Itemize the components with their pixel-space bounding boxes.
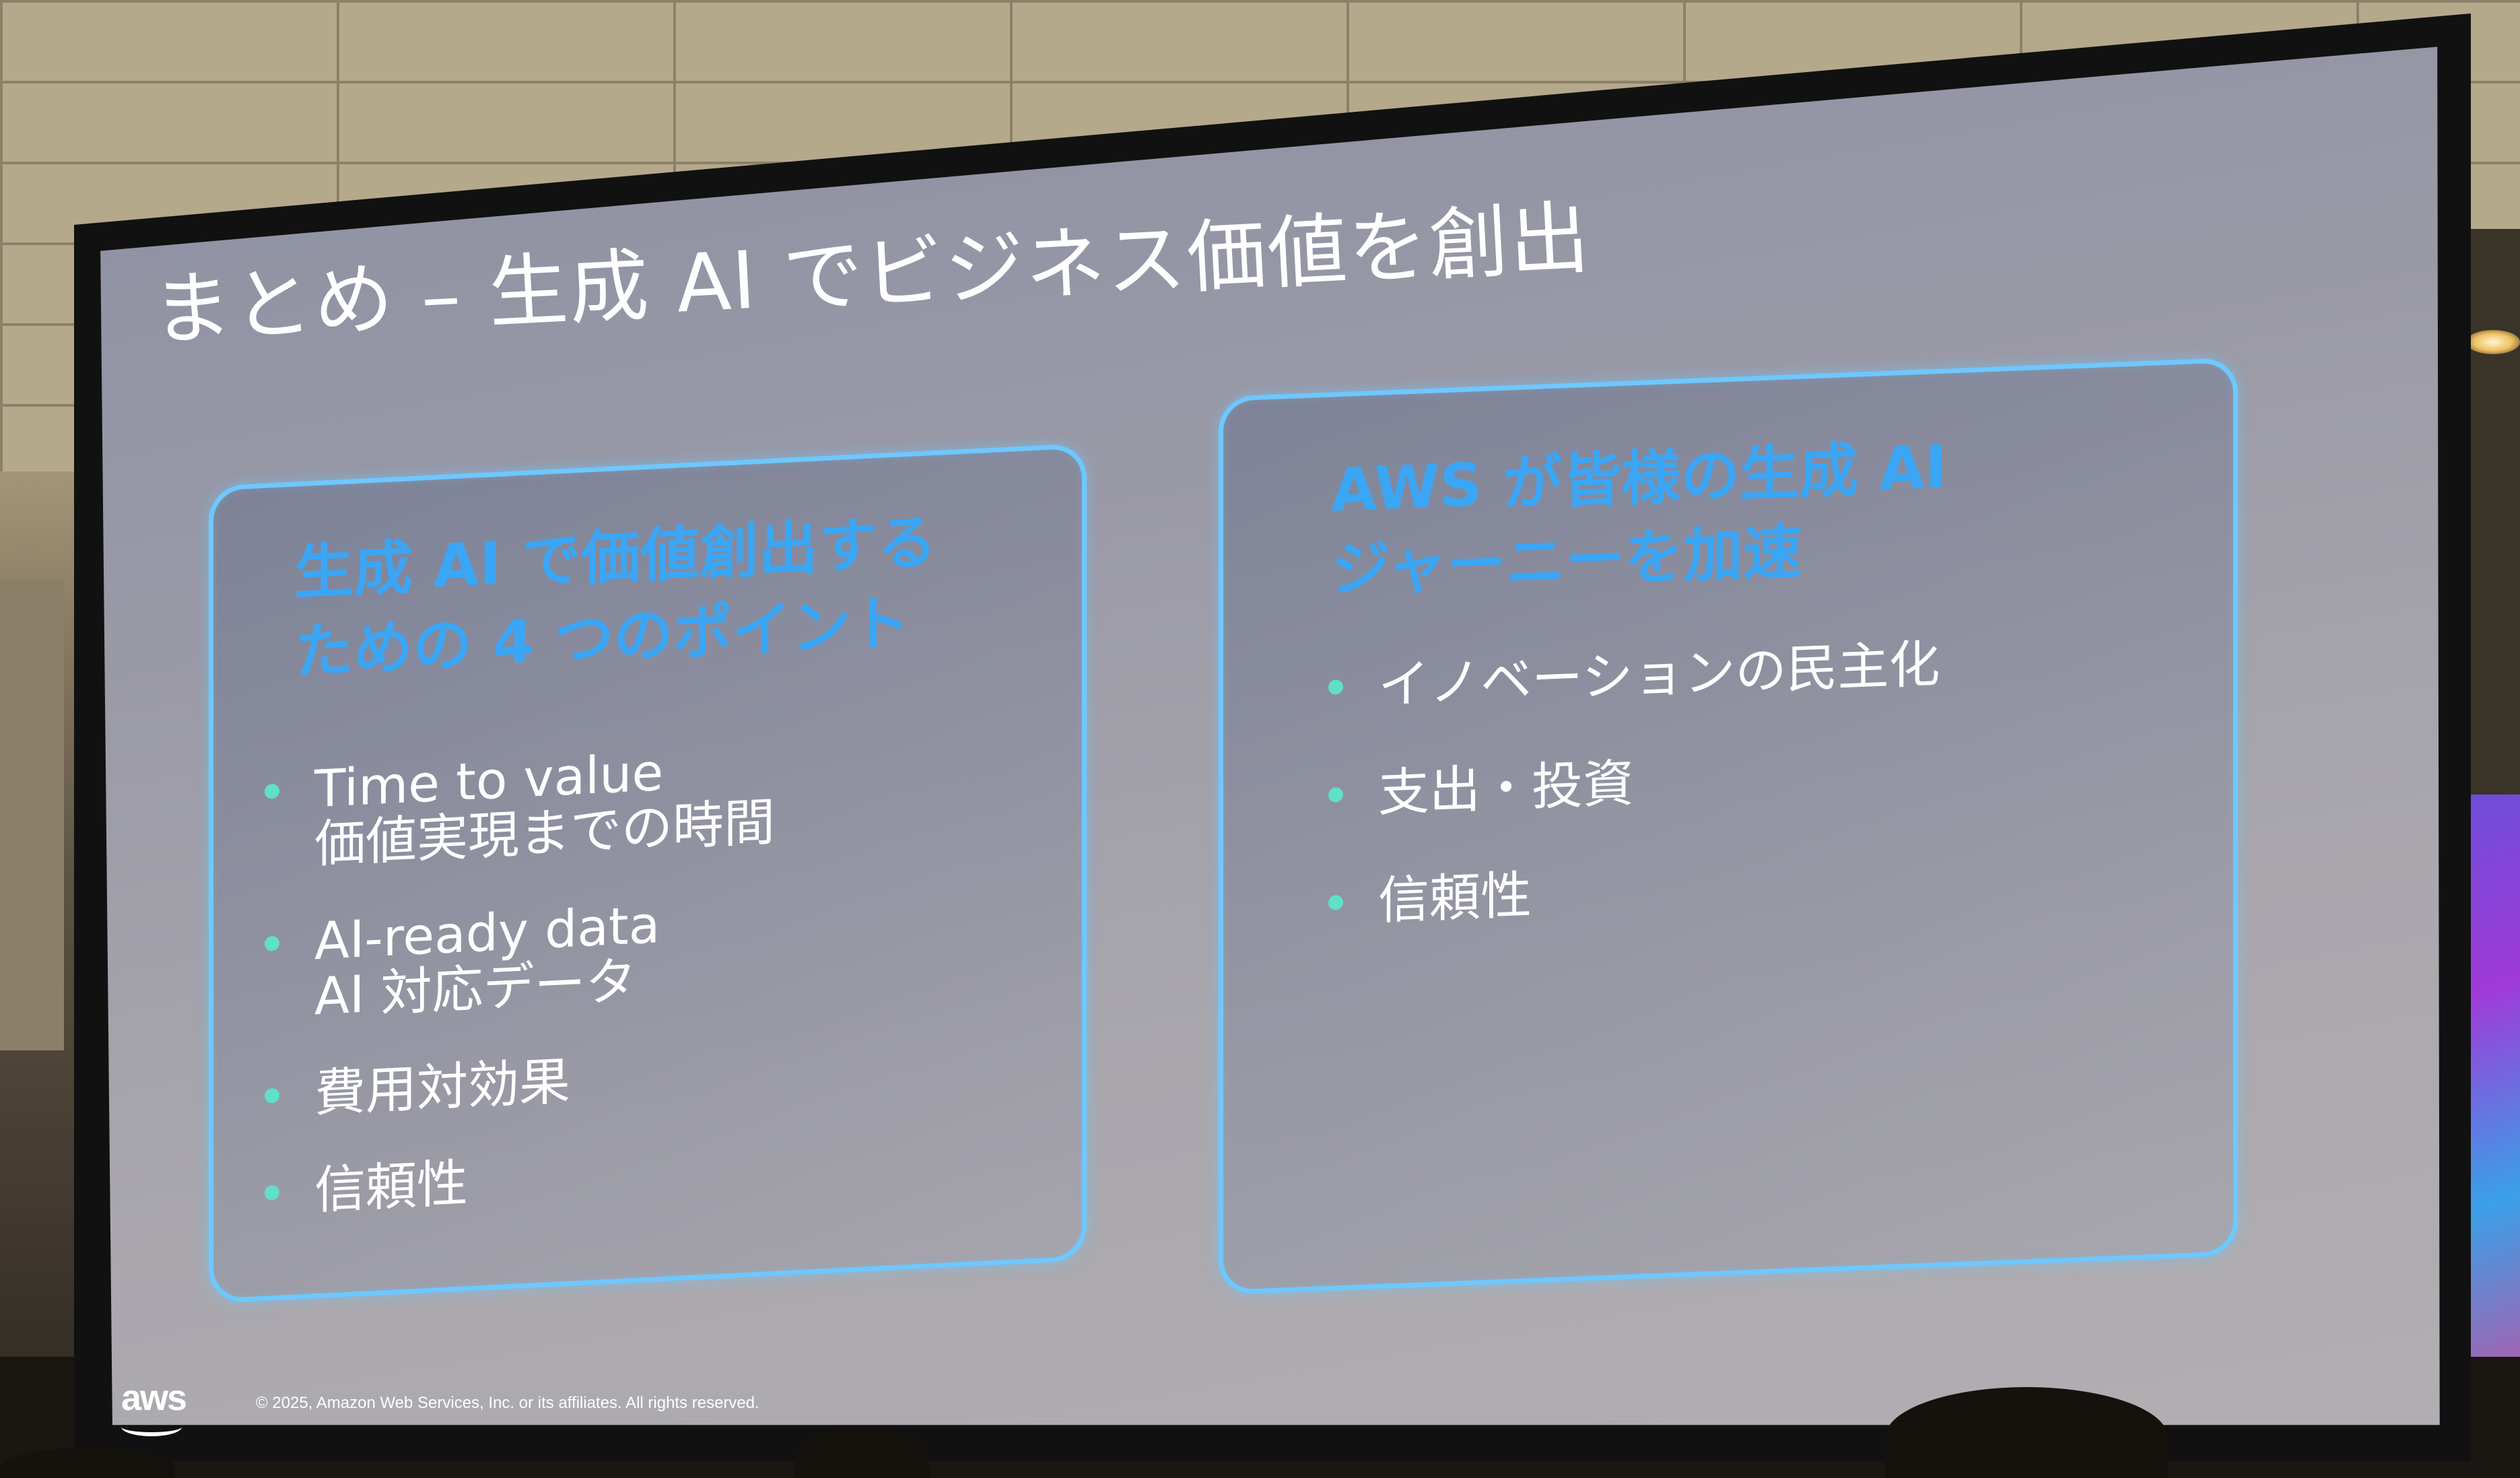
bullet-text: イノベーションの民主化 (1378, 633, 1940, 715)
right-panel-heading: AWS が皆様の生成 AI ジャーニーを加速 (1331, 428, 1947, 610)
left-bullet-list: Time to value 価値実現までの時間 AI-ready data AI… (254, 739, 775, 1263)
list-item: 信頼性 (1318, 852, 1940, 931)
bullet-text: 費用対効果 (314, 1050, 570, 1124)
bullet-dot-icon (265, 1087, 279, 1104)
bullet-dot-icon (1328, 679, 1343, 695)
list-item: AI-ready data AI 対応データ (254, 892, 775, 1028)
list-item: 支出・投資 (1318, 744, 1940, 824)
bullet-dot-icon (1328, 894, 1343, 910)
right-bullet-list: イノベーションの民主化 支出・投資 信頼性 (1318, 633, 1940, 984)
ceiling-light (2466, 330, 2520, 354)
list-item: 費用対効果 (254, 1044, 775, 1124)
aws-smile-icon (121, 1417, 182, 1436)
aws-logo: aws (121, 1377, 187, 1436)
bullet-text: 信頼性 (314, 1153, 468, 1221)
copyright-notice: © 2025, Amazon Web Services, Inc. or its… (256, 1394, 759, 1412)
list-item: Time to value 価値実現までの時間 (254, 739, 775, 875)
presentation-slide: まとめ – 生成 AI でビジネス価値を創出 生成 AI で価値創出する ための… (100, 46, 2440, 1425)
bullet-dot-icon (265, 783, 279, 799)
list-item: イノベーションの民主化 (1318, 633, 1940, 716)
left-panel-heading: 生成 AI で価値創出する ための 4 つのポイント (294, 502, 937, 693)
left-pillar (0, 579, 64, 1050)
left-panel: 生成 AI で価値創出する ための 4 つのポイント Time to value… (209, 443, 1087, 1304)
bullet-text: 支出・投資 (1378, 753, 1634, 823)
bullet-text: 信頼性 (1378, 865, 1532, 931)
bullet-dot-icon (265, 1184, 279, 1201)
list-item: 信頼性 (254, 1141, 775, 1221)
photo-scene: まとめ – 生成 AI でビジネス価値を創出 生成 AI で価値創出する ための… (0, 0, 2520, 1478)
right-panel: AWS が皆様の生成 AI ジャーニーを加速 イノベーションの民主化 支出・投資… (1219, 357, 2238, 1296)
bullet-dot-icon (1328, 786, 1343, 803)
bullet-dot-icon (265, 935, 279, 951)
aws-logo-text: aws (121, 1378, 187, 1418)
